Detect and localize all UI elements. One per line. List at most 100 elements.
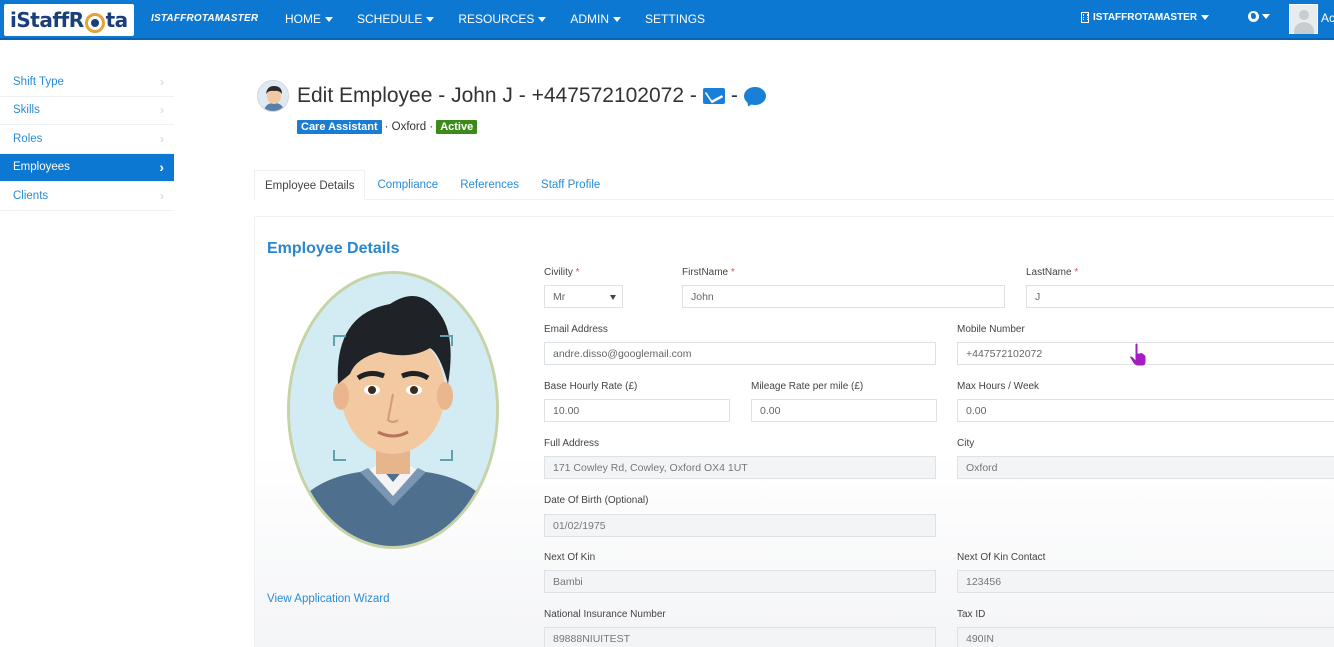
- tab-employee-details[interactable]: Employee Details: [254, 170, 366, 200]
- role-badge: Care Assistant: [297, 120, 382, 134]
- menu-resources[interactable]: RESOURCES: [458, 12, 547, 26]
- page-title-text: Edit Employee - John J - +447572102072 -: [297, 84, 697, 107]
- menu-admin[interactable]: ADMIN: [570, 12, 622, 26]
- view-application-wizard-link[interactable]: View Application Wizard: [267, 593, 390, 605]
- sidebar: Shift Type › Skills › Roles › Employees › Cl…: [0, 68, 174, 211]
- hand-pointer-cursor-icon: [1129, 343, 1147, 367]
- firstname-label: FirstName *: [682, 267, 735, 278]
- menu-settings[interactable]: SETTINGS: [645, 12, 705, 26]
- next-of-kin-contact-label: Next Of Kin Contact: [957, 552, 1046, 563]
- user-avatar[interactable]: [1289, 4, 1318, 34]
- max-hours-label: Max Hours / Week: [957, 381, 1040, 392]
- location-text: · Oxford ·: [384, 121, 434, 133]
- employee-avatar-small: [257, 80, 289, 112]
- ni-number-label: National Insurance Number: [544, 609, 666, 620]
- tab-references[interactable]: References: [450, 170, 529, 200]
- sidebar-item-skills[interactable]: Skills ›: [0, 97, 174, 125]
- ni-number-field[interactable]: 89888NIUITEST: [544, 627, 936, 647]
- sidebar-item-label: Shift Type: [13, 75, 64, 88]
- civility-select[interactable]: Mr: [544, 285, 623, 308]
- next-of-kin-field[interactable]: Bambi: [544, 570, 936, 593]
- caret-down-icon: [610, 295, 616, 300]
- chevron-right-icon: ›: [159, 159, 164, 176]
- user-name[interactable]: Ac: [1321, 11, 1334, 25]
- main-menu: HOME SCHEDULE RESOURCES ADMIN SETTINGS: [285, 0, 705, 38]
- organization-switcher[interactable]: ISTAFFROTAMASTER: [1081, 12, 1210, 23]
- dob-label: Date Of Birth (Optional): [544, 495, 649, 506]
- employee-tabs: Employee Details Compliance References S…: [254, 170, 1334, 200]
- organization-name: ISTAFFROTAMASTER: [1093, 12, 1198, 23]
- logo-target-icon: [84, 13, 105, 33]
- sidebar-item-roles[interactable]: Roles ›: [0, 125, 174, 154]
- sidebar-item-shift-type[interactable]: Shift Type ›: [0, 68, 174, 97]
- building-icon: [1081, 12, 1089, 23]
- civility-label-text: Civility: [544, 267, 573, 278]
- lastname-label-text: LastName: [1026, 267, 1072, 278]
- status-badge: Active: [436, 120, 478, 134]
- menu-schedule[interactable]: SCHEDULE: [357, 12, 435, 26]
- menu-label: HOME: [285, 12, 321, 26]
- lastname-input[interactable]: J: [1026, 285, 1334, 308]
- logo-text-start: iStaffR: [10, 8, 84, 32]
- address-label: Full Address: [544, 438, 600, 449]
- mobile-label: Mobile Number: [957, 324, 1025, 335]
- required-mark: *: [1074, 267, 1079, 278]
- base-rate-label: Base Hourly Rate (£): [544, 381, 638, 392]
- caret-down-icon: [325, 16, 333, 22]
- mileage-rate-field[interactable]: 0.00: [751, 399, 937, 422]
- top-navbar: iStaffR ta ISTAFFROTAMASTER HOME SCHEDULE…: [0, 0, 1334, 40]
- logo-text-end: ta: [105, 8, 129, 32]
- city-label: City: [957, 438, 975, 449]
- sidebar-item-clients[interactable]: Clients ›: [0, 182, 174, 211]
- caret-down-icon: [538, 16, 547, 22]
- employee-badges: Care Assistant · Oxford · Active: [297, 120, 478, 134]
- email-field[interactable]: andre.disso@googlemail.com: [544, 342, 936, 365]
- firstname-input[interactable]: John: [682, 285, 1005, 308]
- tab-compliance[interactable]: Compliance: [367, 170, 448, 200]
- full-address-field[interactable]: 171 Cowley Rd, Cowley, Oxford OX4 1UT: [544, 456, 936, 479]
- person-avatar-icon: [258, 81, 288, 111]
- title-separator: -: [730, 84, 738, 107]
- menu-label: RESOURCES: [458, 12, 535, 26]
- menu-label: SETTINGS: [645, 12, 706, 26]
- base-hourly-rate-field[interactable]: 10.00: [544, 399, 730, 422]
- email-label: Email Address: [544, 324, 608, 335]
- chat-bubble-icon[interactable]: [743, 87, 766, 105]
- employee-portrait-image: [290, 274, 496, 546]
- next-of-kin-contact-field[interactable]: 123456: [957, 570, 1334, 593]
- istaffrota-logo[interactable]: iStaffR ta: [4, 4, 134, 36]
- tax-id-label: Tax ID: [957, 609, 986, 620]
- tab-staff-profile[interactable]: Staff Profile: [531, 170, 610, 200]
- caret-down-icon: [1201, 15, 1210, 20]
- civility-label: Civility *: [544, 267, 580, 278]
- employee-photo[interactable]: [287, 271, 499, 549]
- caret-down-icon: [426, 16, 435, 22]
- menu-label: SCHEDULE: [357, 12, 423, 26]
- caret-down-icon: [613, 16, 622, 22]
- required-mark: *: [575, 267, 580, 278]
- section-title: Employee Details: [267, 240, 400, 257]
- page-title: Edit Employee - John J - +447572102072 -…: [297, 84, 766, 108]
- firstname-label-text: FirstName: [682, 267, 729, 278]
- menu-label: ADMIN: [570, 12, 610, 26]
- envelope-icon[interactable]: [702, 88, 725, 104]
- sidebar-item-label: Skills: [13, 104, 40, 117]
- next-of-kin-label: Next Of Kin: [544, 552, 596, 563]
- caret-down-icon: [1262, 14, 1270, 19]
- civility-value: Mr: [553, 290, 566, 303]
- sidebar-item-employees[interactable]: Employees ›: [0, 153, 174, 182]
- tax-id-field[interactable]: 490IN: [957, 627, 1334, 647]
- date-of-birth-field[interactable]: 01/02/1975: [544, 514, 936, 537]
- max-hours-field[interactable]: 0.00: [957, 399, 1334, 422]
- chevron-right-icon: ›: [160, 131, 164, 146]
- menu-home[interactable]: HOME: [285, 12, 333, 26]
- city-field[interactable]: Oxford: [957, 456, 1334, 479]
- language-switcher[interactable]: [1248, 11, 1270, 22]
- sidebar-item-label: Roles: [13, 132, 43, 145]
- chevron-right-icon: ›: [160, 188, 164, 203]
- required-mark: *: [730, 267, 735, 278]
- chevron-right-icon: ›: [160, 103, 164, 118]
- lastname-label: LastName *: [1026, 267, 1078, 278]
- sidebar-item-label: Employees: [13, 161, 70, 174]
- sidebar-item-label: Clients: [13, 189, 49, 202]
